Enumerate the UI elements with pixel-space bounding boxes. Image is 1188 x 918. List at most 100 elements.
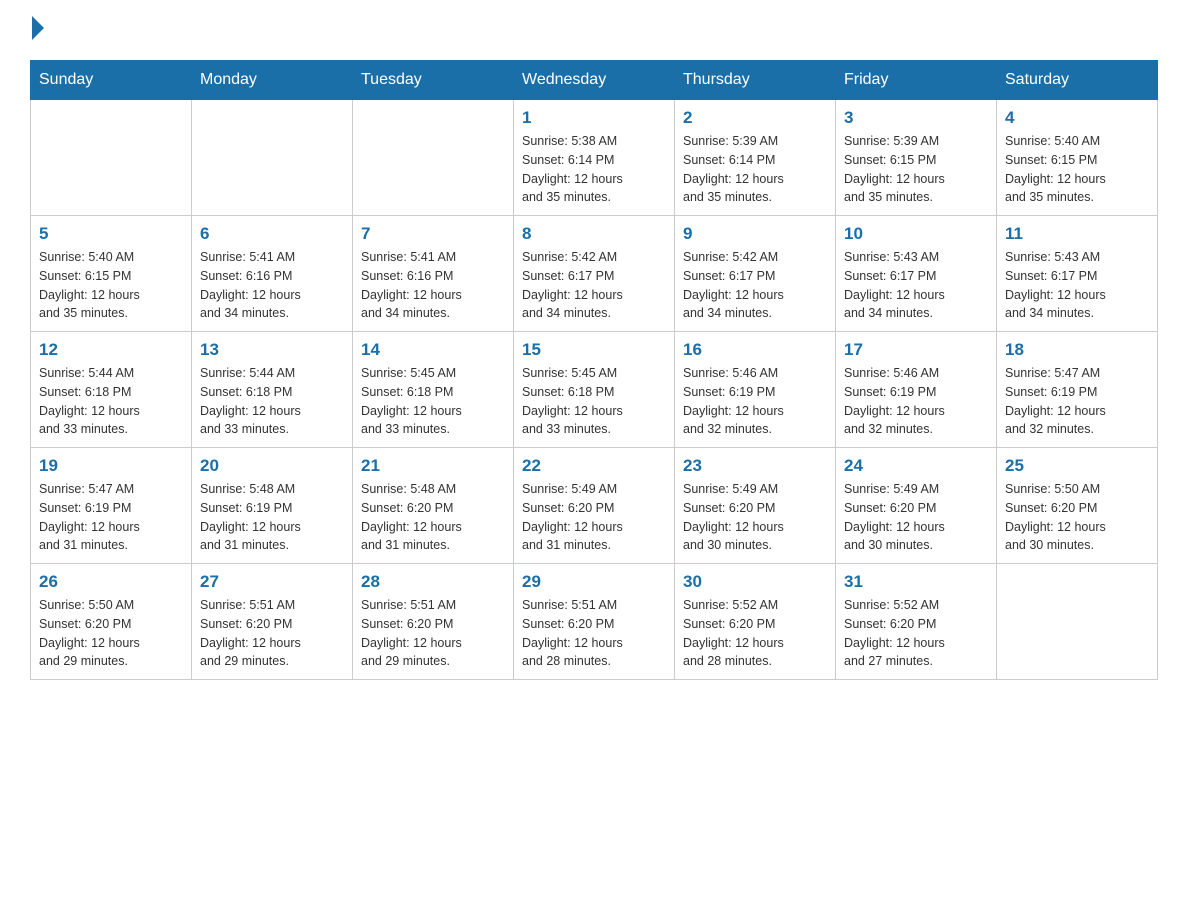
calendar-cell: 18 Sunrise: 5:47 AMSunset: 6:19 PMDayligh…	[997, 332, 1158, 448]
day-number: 8	[522, 224, 666, 244]
calendar-cell: 10 Sunrise: 5:43 AMSunset: 6:17 PMDayligh…	[836, 216, 997, 332]
day-info: Sunrise: 5:47 AMSunset: 6:19 PMDaylight:…	[1005, 364, 1149, 439]
calendar-cell: 29 Sunrise: 5:51 AMSunset: 6:20 PMDayligh…	[514, 564, 675, 680]
day-info: Sunrise: 5:44 AMSunset: 6:18 PMDaylight:…	[39, 364, 183, 439]
day-info: Sunrise: 5:42 AMSunset: 6:17 PMDaylight:…	[522, 248, 666, 323]
calendar-cell: 2 Sunrise: 5:39 AMSunset: 6:14 PMDaylight…	[675, 100, 836, 216]
calendar-cell: 6 Sunrise: 5:41 AMSunset: 6:16 PMDaylight…	[192, 216, 353, 332]
calendar-cell: 23 Sunrise: 5:49 AMSunset: 6:20 PMDayligh…	[675, 448, 836, 564]
calendar-cell: 27 Sunrise: 5:51 AMSunset: 6:20 PMDayligh…	[192, 564, 353, 680]
day-info: Sunrise: 5:49 AMSunset: 6:20 PMDaylight:…	[844, 480, 988, 555]
calendar-table: SundayMondayTuesdayWednesdayThursdayFrid…	[30, 60, 1158, 680]
day-number: 29	[522, 572, 666, 592]
day-info: Sunrise: 5:43 AMSunset: 6:17 PMDaylight:…	[844, 248, 988, 323]
calendar-header-row: SundayMondayTuesdayWednesdayThursdayFrid…	[31, 61, 1158, 100]
day-number: 19	[39, 456, 183, 476]
day-info: Sunrise: 5:50 AMSunset: 6:20 PMDaylight:…	[39, 596, 183, 671]
calendar-cell: 28 Sunrise: 5:51 AMSunset: 6:20 PMDayligh…	[353, 564, 514, 680]
calendar-week-row: 12 Sunrise: 5:44 AMSunset: 6:18 PMDayligh…	[31, 332, 1158, 448]
calendar-week-row: 19 Sunrise: 5:47 AMSunset: 6:19 PMDayligh…	[31, 448, 1158, 564]
calendar-cell: 30Sunrise: 5:52 AMSunset: 6:20 PMDayligh…	[675, 564, 836, 680]
day-number: 28	[361, 572, 505, 592]
day-info: Sunrise: 5:47 AMSunset: 6:19 PMDaylight:…	[39, 480, 183, 555]
calendar-cell: 26 Sunrise: 5:50 AMSunset: 6:20 PMDayligh…	[31, 564, 192, 680]
day-info: Sunrise: 5:49 AMSunset: 6:20 PMDaylight:…	[522, 480, 666, 555]
calendar-cell	[353, 100, 514, 216]
calendar-cell: 8 Sunrise: 5:42 AMSunset: 6:17 PMDaylight…	[514, 216, 675, 332]
calendar-cell: 31 Sunrise: 5:52 AMSunset: 6:20 PMDayligh…	[836, 564, 997, 680]
day-info: Sunrise: 5:51 AMSunset: 6:20 PMDaylight:…	[522, 596, 666, 671]
day-info: Sunrise: 5:46 AMSunset: 6:19 PMDaylight:…	[844, 364, 988, 439]
day-info: Sunrise: 5:43 AMSunset: 6:17 PMDaylight:…	[1005, 248, 1149, 323]
calendar-cell: 5Sunrise: 5:40 AMSunset: 6:15 PMDaylight…	[31, 216, 192, 332]
calendar-cell: 7Sunrise: 5:41 AMSunset: 6:16 PMDaylight…	[353, 216, 514, 332]
day-number: 25	[1005, 456, 1149, 476]
calendar-cell: 20 Sunrise: 5:48 AMSunset: 6:19 PMDayligh…	[192, 448, 353, 564]
day-info: Sunrise: 5:41 AMSunset: 6:16 PMDaylight:…	[200, 248, 344, 323]
calendar-week-row: 1 Sunrise: 5:38 AMSunset: 6:14 PMDaylight…	[31, 100, 1158, 216]
day-number: 21	[361, 456, 505, 476]
day-number: 7	[361, 224, 505, 244]
calendar-cell: 12 Sunrise: 5:44 AMSunset: 6:18 PMDayligh…	[31, 332, 192, 448]
day-number: 24	[844, 456, 988, 476]
day-number: 3	[844, 108, 988, 128]
calendar-cell: 24 Sunrise: 5:49 AMSunset: 6:20 PMDayligh…	[836, 448, 997, 564]
day-number: 11	[1005, 224, 1149, 244]
day-info: Sunrise: 5:45 AMSunset: 6:18 PMDaylight:…	[522, 364, 666, 439]
logo-arrow-icon	[32, 16, 44, 40]
calendar-cell: 25 Sunrise: 5:50 AMSunset: 6:20 PMDayligh…	[997, 448, 1158, 564]
day-number: 18	[1005, 340, 1149, 360]
logo	[30, 20, 44, 40]
day-info: Sunrise: 5:49 AMSunset: 6:20 PMDaylight:…	[683, 480, 827, 555]
day-number: 20	[200, 456, 344, 476]
column-header-monday: Monday	[192, 61, 353, 100]
day-info: Sunrise: 5:39 AMSunset: 6:14 PMDaylight:…	[683, 132, 827, 207]
calendar-cell: 13Sunrise: 5:44 AMSunset: 6:18 PMDayligh…	[192, 332, 353, 448]
calendar-cell: 4Sunrise: 5:40 AMSunset: 6:15 PMDaylight…	[997, 100, 1158, 216]
day-info: Sunrise: 5:45 AMSunset: 6:18 PMDaylight:…	[361, 364, 505, 439]
day-info: Sunrise: 5:40 AMSunset: 6:15 PMDaylight:…	[39, 248, 183, 323]
day-info: Sunrise: 5:52 AMSunset: 6:20 PMDaylight:…	[683, 596, 827, 671]
calendar-cell: 19 Sunrise: 5:47 AMSunset: 6:19 PMDayligh…	[31, 448, 192, 564]
calendar-week-row: 5Sunrise: 5:40 AMSunset: 6:15 PMDaylight…	[31, 216, 1158, 332]
calendar-cell: 9 Sunrise: 5:42 AMSunset: 6:17 PMDaylight…	[675, 216, 836, 332]
column-header-sunday: Sunday	[31, 61, 192, 100]
calendar-cell: 1 Sunrise: 5:38 AMSunset: 6:14 PMDaylight…	[514, 100, 675, 216]
day-info: Sunrise: 5:39 AMSunset: 6:15 PMDaylight:…	[844, 132, 988, 207]
day-info: Sunrise: 5:46 AMSunset: 6:19 PMDaylight:…	[683, 364, 827, 439]
day-number: 16	[683, 340, 827, 360]
day-number: 2	[683, 108, 827, 128]
column-header-friday: Friday	[836, 61, 997, 100]
day-number: 1	[522, 108, 666, 128]
day-number: 10	[844, 224, 988, 244]
day-number: 14	[361, 340, 505, 360]
day-info: Sunrise: 5:50 AMSunset: 6:20 PMDaylight:…	[1005, 480, 1149, 555]
calendar-cell: 21 Sunrise: 5:48 AMSunset: 6:20 PMDayligh…	[353, 448, 514, 564]
day-number: 6	[200, 224, 344, 244]
day-info: Sunrise: 5:48 AMSunset: 6:19 PMDaylight:…	[200, 480, 344, 555]
day-info: Sunrise: 5:51 AMSunset: 6:20 PMDaylight:…	[200, 596, 344, 671]
day-info: Sunrise: 5:48 AMSunset: 6:20 PMDaylight:…	[361, 480, 505, 555]
day-info: Sunrise: 5:38 AMSunset: 6:14 PMDaylight:…	[522, 132, 666, 207]
day-number: 26	[39, 572, 183, 592]
calendar-cell: 14 Sunrise: 5:45 AMSunset: 6:18 PMDayligh…	[353, 332, 514, 448]
day-number: 9	[683, 224, 827, 244]
day-info: Sunrise: 5:52 AMSunset: 6:20 PMDaylight:…	[844, 596, 988, 671]
day-info: Sunrise: 5:42 AMSunset: 6:17 PMDaylight:…	[683, 248, 827, 323]
day-number: 13	[200, 340, 344, 360]
column-header-wednesday: Wednesday	[514, 61, 675, 100]
calendar-cell: 3 Sunrise: 5:39 AMSunset: 6:15 PMDaylight…	[836, 100, 997, 216]
day-number: 27	[200, 572, 344, 592]
day-info: Sunrise: 5:51 AMSunset: 6:20 PMDaylight:…	[361, 596, 505, 671]
page-header	[30, 20, 1158, 40]
day-number: 23	[683, 456, 827, 476]
calendar-cell: 17Sunrise: 5:46 AMSunset: 6:19 PMDayligh…	[836, 332, 997, 448]
calendar-cell: 16 Sunrise: 5:46 AMSunset: 6:19 PMDayligh…	[675, 332, 836, 448]
day-number: 15	[522, 340, 666, 360]
day-number: 12	[39, 340, 183, 360]
calendar-cell: 11 Sunrise: 5:43 AMSunset: 6:17 PMDayligh…	[997, 216, 1158, 332]
calendar-week-row: 26 Sunrise: 5:50 AMSunset: 6:20 PMDayligh…	[31, 564, 1158, 680]
day-number: 31	[844, 572, 988, 592]
column-header-saturday: Saturday	[997, 61, 1158, 100]
calendar-cell	[192, 100, 353, 216]
